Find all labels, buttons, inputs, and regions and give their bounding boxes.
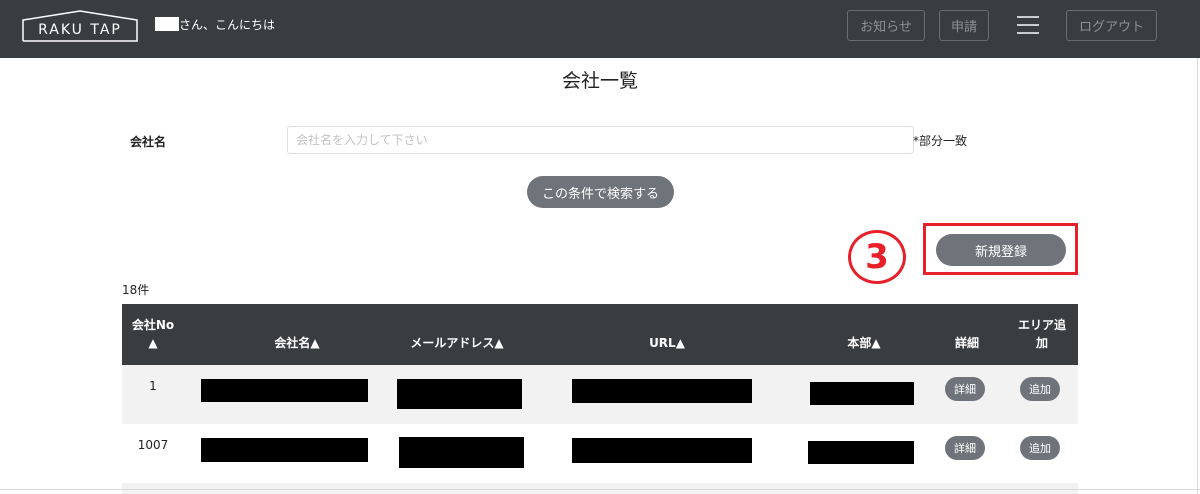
detail-button[interactable]: 詳細 [945,436,985,460]
search-submit-button[interactable]: この条件で検索する [527,176,674,208]
hq-redacted [808,441,914,464]
raku-tap-logo[interactable]: RAKU TAP [22,10,138,42]
table-row: 1007 詳細 追加 [122,424,1078,483]
notice-button[interactable]: お知らせ [847,10,925,41]
company-name-search-input[interactable] [287,126,914,154]
page-title: 会社一覧 [561,70,638,92]
company-name-label: 会社名 [130,135,167,149]
company-name-redacted [201,438,368,462]
sort-asc-icon: ▲ [148,336,158,350]
company-name-redacted [201,379,368,402]
url-redacted [572,379,752,403]
column-header-area-add-line2: 加 [1035,336,1048,350]
area-add-button[interactable]: 追加 [1020,377,1060,401]
column-header-company-no-label: 会社No [131,318,175,332]
hamburger-menu-icon[interactable] [1017,16,1039,34]
table-row: 1 詳細 追加 [122,365,1078,424]
step-number-annotation: 3 [848,230,906,284]
company-no-cell: 1 [149,379,157,393]
column-header-area-add-line1: エリア追 [1017,318,1066,332]
column-header-area-add: エリア追 加 [1006,316,1078,352]
email-redacted [399,437,524,468]
user-name-redacted [155,17,179,31]
detail-button[interactable]: 詳細 [945,377,985,401]
new-register-button[interactable]: 新規登録 [936,234,1066,266]
url-redacted [572,438,752,463]
logo-text: RAKU TAP [38,22,122,38]
partial-match-note: *部分一致 [913,134,968,148]
column-header-email[interactable]: メールアドレス▲ [392,334,522,352]
area-add-button[interactable]: 追加 [1020,436,1060,460]
hq-redacted [810,382,914,405]
greeting-text: さん、こんにちは [179,17,276,32]
column-header-hq[interactable]: 本部▲ [822,334,906,352]
column-header-detail: 詳細 [954,336,979,350]
apply-button[interactable]: 申請 [939,10,989,41]
company-table: 会社No ▲ 会社名▲ メールアドレス▲ URL▲ 本部▲ 詳細 エリア追 加 … [122,304,1078,494]
top-navbar: RAKU TAP さん、こんにちは お知らせ 申請 ログアウト [0,0,1200,58]
bottom-divider [0,489,1200,490]
email-redacted [397,379,522,409]
page-border [1197,58,1198,494]
result-count: 18件 [122,283,150,297]
table-header: 会社No ▲ 会社名▲ メールアドレス▲ URL▲ 本部▲ 詳細 エリア追 加 [122,304,1078,365]
column-header-url[interactable]: URL▲ [622,334,712,352]
company-no-cell: 1007 [137,438,169,452]
column-header-company-name[interactable]: 会社名▲ [232,334,362,352]
column-header-company-no[interactable]: 会社No ▲ [122,316,184,352]
user-greeting: さん、こんにちは [155,16,275,32]
logout-button[interactable]: ログアウト [1066,10,1157,41]
